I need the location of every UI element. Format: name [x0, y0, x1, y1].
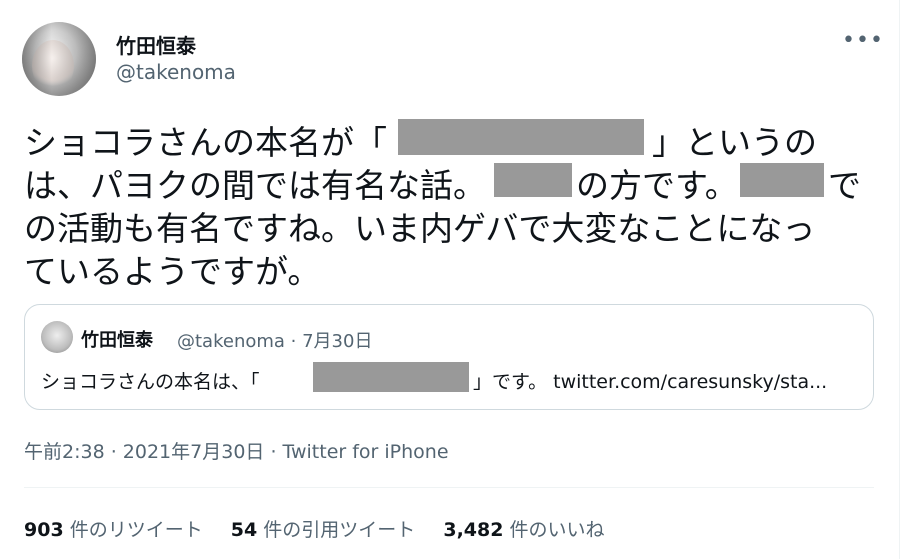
quoted-author-name: 竹田恒泰 — [81, 330, 153, 351]
tweet-text-line-1: ショコラさんの本名が「 — [24, 116, 387, 164]
redaction-block — [313, 362, 469, 392]
tweet-card: 竹田恒泰 @takenoma ••• ショコラさんの本名が「 」というの は、パ… — [0, 0, 900, 559]
quoted-meta: @takenoma · 7月30日 — [177, 331, 373, 352]
quoted-tweet[interactable]: 竹田恒泰 @takenoma · 7月30日 ショコラさんの本名は、「 」です。… — [24, 304, 874, 410]
redaction-block — [494, 163, 572, 197]
avatar[interactable] — [22, 22, 96, 96]
tweet-timestamp[interactable]: 午前2:38 · 2021年7月30日 · Twitter for iPhone — [24, 437, 449, 464]
likes-label: 件のいいね — [509, 519, 605, 541]
quoted-text-prefix: ショコラさんの本名は、「 — [41, 371, 260, 393]
retweets-count: 903 — [24, 519, 64, 541]
tweet-text-line-2: は、パヨクの間では有名な話。 — [24, 166, 486, 205]
redaction-block — [398, 119, 644, 155]
more-options-icon[interactable]: ••• — [842, 28, 884, 53]
redaction-block — [740, 163, 824, 197]
quoted-text-suffix: 」です。 twitter.com/caresunsky/sta... — [473, 371, 828, 393]
divider — [24, 487, 874, 488]
quotes-label: 件の引用ツイート — [263, 519, 416, 541]
retweets-stat[interactable]: 903 件のリツイート — [24, 515, 203, 542]
author-name[interactable]: 竹田恒泰 — [116, 30, 196, 59]
tweet-text-line-4: ているようですが。 — [24, 252, 321, 291]
tweet-text-part: 」というの — [652, 123, 817, 162]
engagement-stats: 903 件のリツイート 54 件の引用ツイート 3,482 件のいいね — [24, 515, 627, 542]
quotes-count: 54 — [230, 519, 258, 541]
tweet-text-part: ショコラさんの本名が「 — [24, 123, 387, 162]
tweet-text-line-3: の活動も有名ですね。いま内ゲバで大変なことになっ — [24, 209, 816, 248]
quoted-avatar[interactable] — [41, 321, 73, 353]
author-handle[interactable]: @takenoma — [116, 60, 236, 84]
tweet-text-part: の方です。 — [576, 166, 738, 205]
tweet-text-part: で — [828, 166, 861, 205]
likes-stat[interactable]: 3,482 件のいいね — [443, 515, 604, 542]
retweets-label: 件のリツイート — [69, 519, 203, 541]
likes-count: 3,482 — [443, 519, 504, 541]
quotes-stat[interactable]: 54 件の引用ツイート — [231, 515, 416, 542]
